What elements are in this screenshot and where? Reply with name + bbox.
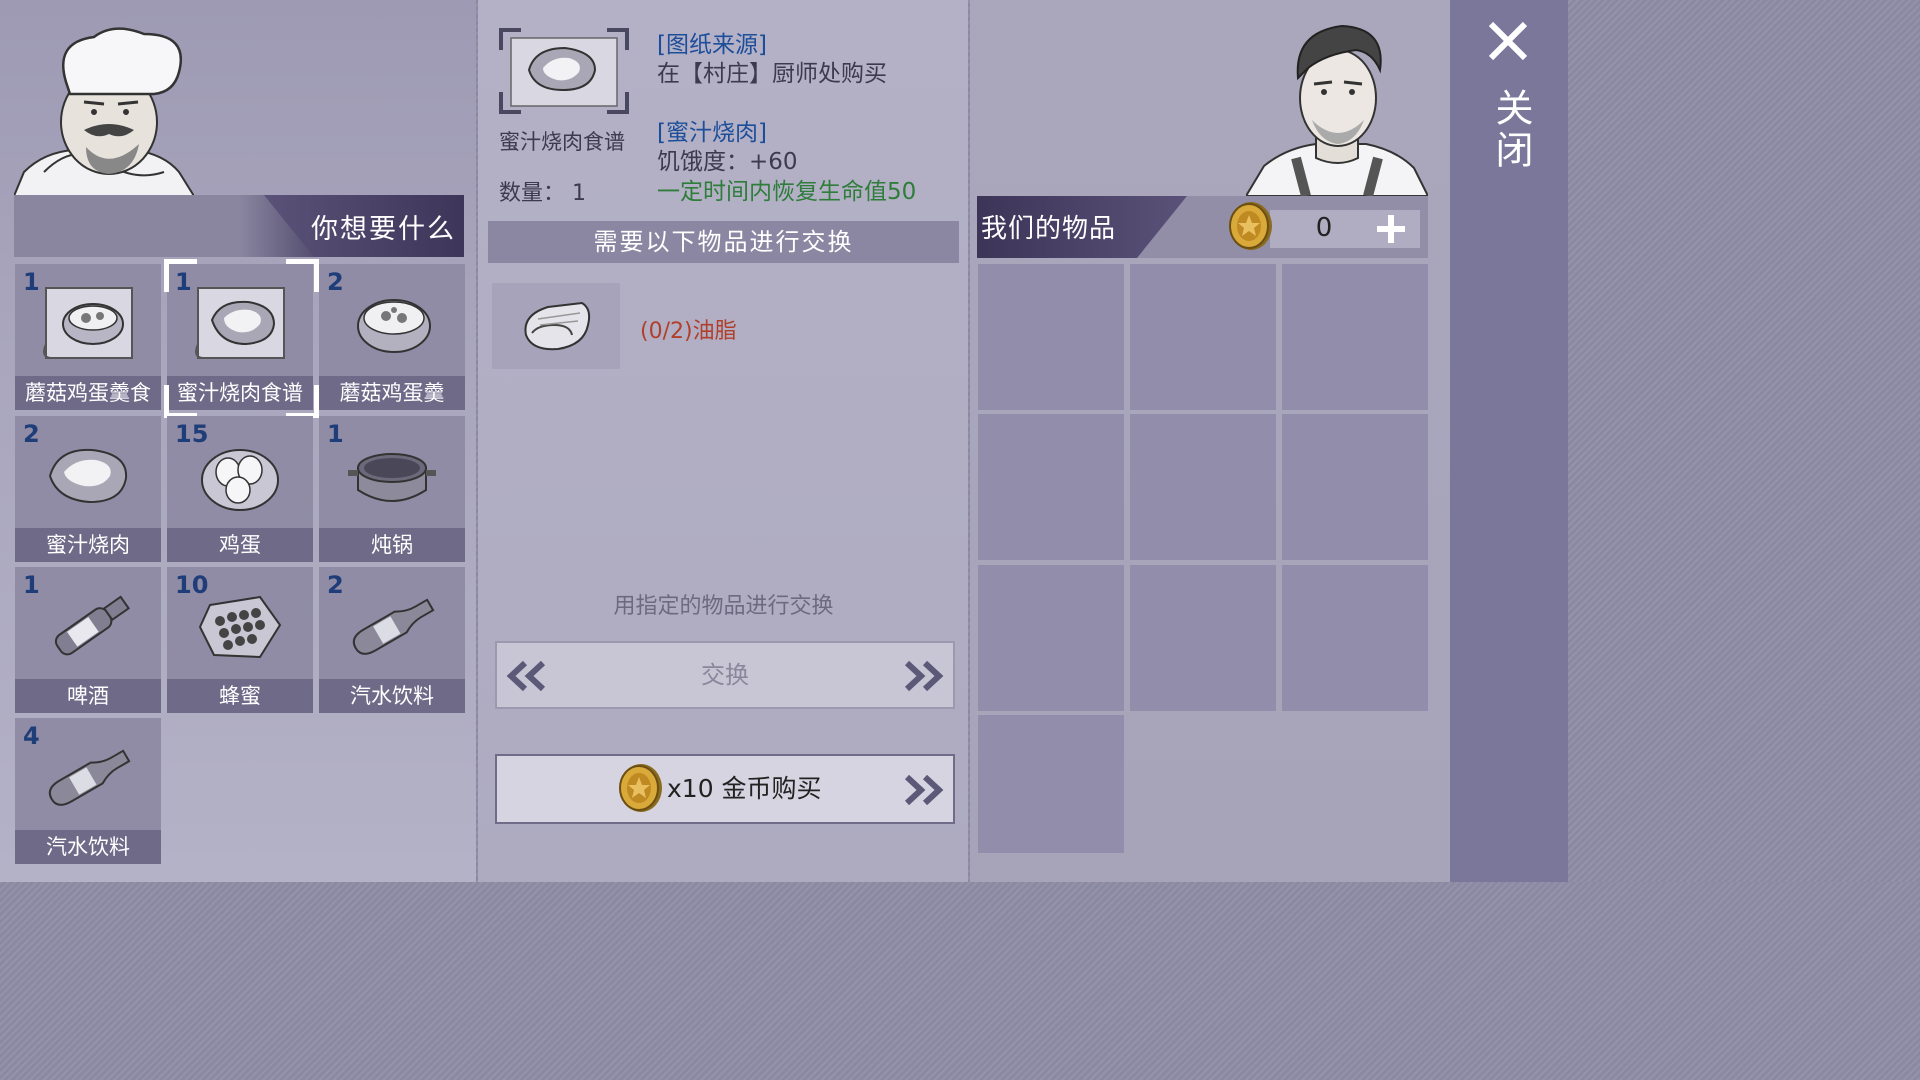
exchange-button[interactable]: 交换 bbox=[495, 641, 955, 709]
selection-corner bbox=[286, 385, 319, 418]
inventory-slot[interactable] bbox=[978, 715, 1124, 853]
gold-coin-icon bbox=[1229, 202, 1272, 250]
honeycomb-icon bbox=[198, 595, 282, 659]
selection-corner bbox=[286, 259, 319, 292]
item-label: 炖锅 bbox=[319, 528, 465, 562]
merchant-item[interactable]: 2 汽水饮料 bbox=[319, 567, 465, 713]
hunger-text: 饥饿度：+60 bbox=[657, 149, 798, 175]
close-icon[interactable] bbox=[1487, 20, 1529, 62]
inventory-header-title: 我们的物品 bbox=[981, 214, 1117, 244]
egg-custard-bowl-icon bbox=[357, 299, 431, 353]
honey-meat-icon bbox=[48, 448, 128, 504]
required-item-slot[interactable] bbox=[492, 283, 620, 369]
merchant-item[interactable]: 2 蘑菇鸡蛋羹 bbox=[319, 264, 465, 410]
item-label: 蜂蜜 bbox=[167, 679, 313, 713]
merchant-item[interactable]: 10 蜂蜜 bbox=[167, 567, 313, 713]
item-label: 蘑菇鸡蛋羹 bbox=[319, 376, 465, 410]
add-coins-icon[interactable] bbox=[1374, 212, 1408, 246]
merchant-item[interactable]: 1 啤酒 bbox=[15, 567, 161, 713]
exchange-hint: 用指定的物品进行交换 bbox=[613, 594, 834, 619]
inventory-slot[interactable] bbox=[978, 264, 1124, 410]
inventory-slot[interactable] bbox=[1282, 414, 1428, 560]
item-label: 蜜汁烧肉 bbox=[15, 528, 161, 562]
grease-roll-icon bbox=[524, 301, 591, 351]
exchange-button-label: 交换 bbox=[701, 661, 749, 689]
requirement-text: (0/2)油脂 bbox=[640, 319, 737, 344]
merchant-item[interactable]: 1 炖锅 bbox=[319, 416, 465, 562]
gold-coin-icon bbox=[619, 764, 662, 812]
merchant-item[interactable]: 1 蘑菇鸡蛋羹食 bbox=[15, 264, 161, 410]
double-chevron-right-icon bbox=[904, 661, 944, 691]
selected-recipe-icon bbox=[499, 28, 629, 114]
merchant-item[interactable]: 4 汽水饮料 bbox=[15, 718, 161, 864]
inventory-slot[interactable] bbox=[1130, 414, 1276, 560]
stew-pot-icon bbox=[348, 453, 436, 502]
item-label: 蘑菇鸡蛋羹食 bbox=[15, 376, 161, 410]
item-label: 汽水饮料 bbox=[15, 830, 161, 864]
selected-recipe-name: 蜜汁烧肉食谱 bbox=[499, 130, 625, 154]
item-label: 鸡蛋 bbox=[167, 528, 313, 562]
soda-bottle-icon bbox=[352, 598, 435, 655]
soda-bottle-icon bbox=[48, 749, 131, 806]
inventory-slot[interactable] bbox=[1282, 565, 1428, 711]
merchant-header-title: 你想要什么 bbox=[311, 214, 456, 245]
quantity-row: 数量： 1 bbox=[499, 175, 586, 207]
item-label: 啤酒 bbox=[15, 679, 161, 713]
recipe-scroll-stew-icon bbox=[43, 287, 133, 359]
item-label: 汽水饮料 bbox=[319, 679, 465, 713]
exchange-header: 需要以下物品进行交换 bbox=[488, 221, 959, 263]
merchant-item[interactable]: 15 鸡蛋 bbox=[167, 416, 313, 562]
buy-with-coins-button[interactable]: x10 金币购买 bbox=[495, 754, 955, 824]
beer-bottle-icon bbox=[54, 595, 131, 656]
player-portrait bbox=[1246, 24, 1428, 196]
merchant-header: 你想要什么 bbox=[14, 195, 464, 257]
chef-portrait bbox=[14, 27, 194, 196]
coin-count: 0 bbox=[1315, 213, 1333, 243]
inventory-slot[interactable] bbox=[1130, 565, 1276, 711]
buy-price-label: x10 金币购买 bbox=[667, 774, 822, 803]
recipe-scroll-meat-icon bbox=[195, 287, 285, 359]
close-label[interactable]: 关闭 bbox=[1484, 88, 1539, 172]
eggs-icon bbox=[201, 449, 279, 511]
inventory-slot[interactable] bbox=[1282, 264, 1428, 410]
quantity-value: 1 bbox=[572, 181, 587, 206]
selection-corner bbox=[164, 259, 197, 292]
effect-text: 一定时间内恢复生命值50 bbox=[657, 179, 917, 205]
double-chevron-right-icon bbox=[904, 775, 944, 805]
inventory-slot[interactable] bbox=[1130, 264, 1276, 410]
source-text: 在【村庄】厨师处购买 bbox=[657, 61, 887, 87]
inventory-slot[interactable] bbox=[978, 565, 1124, 711]
quantity-label: 数量： bbox=[499, 181, 566, 206]
inventory-slot[interactable] bbox=[978, 414, 1124, 560]
merchant-item[interactable]: 2 蜜汁烧肉 bbox=[15, 416, 161, 562]
selection-corner bbox=[164, 385, 197, 418]
